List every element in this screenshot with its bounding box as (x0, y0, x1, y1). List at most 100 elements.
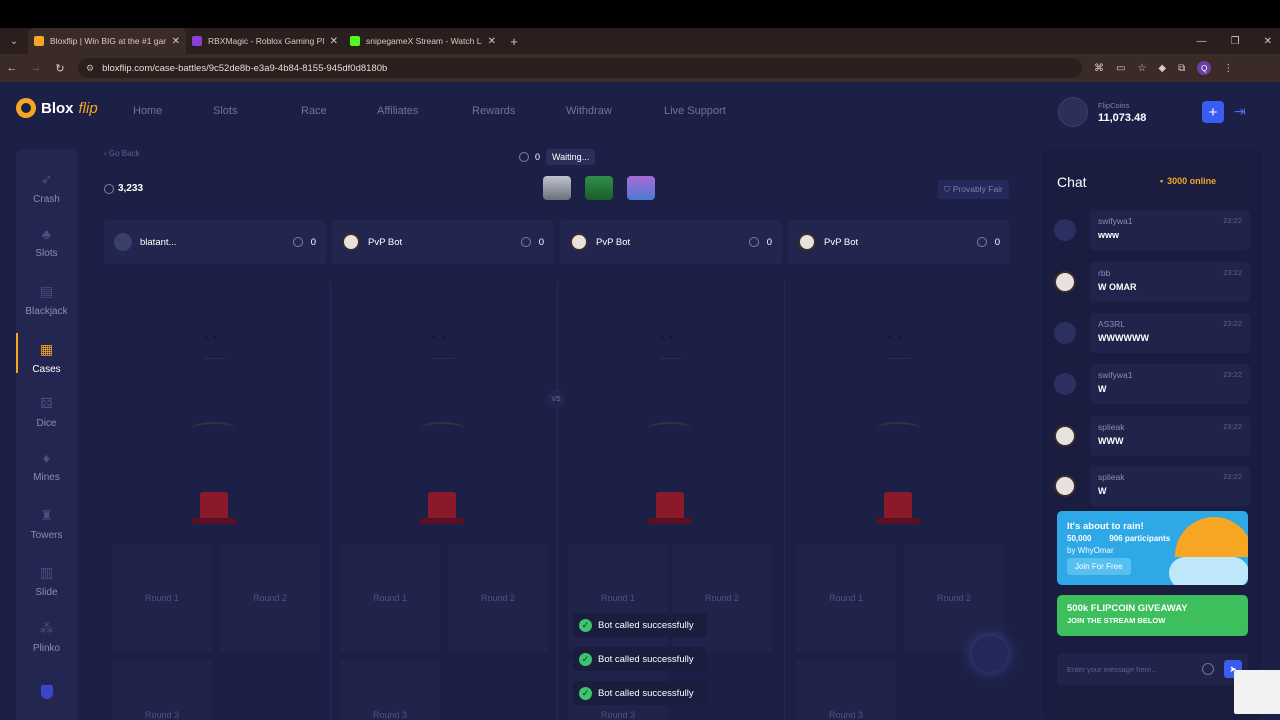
nav-affiliates[interactable]: Affiliates (377, 105, 472, 117)
sidebar-item-dice[interactable]: ⚄ Dice (16, 395, 77, 429)
chat-username[interactable]: swifywa1 (1098, 216, 1242, 226)
extension-icon[interactable]: ◆ (1158, 63, 1166, 74)
nav-home[interactable]: Home (133, 105, 213, 117)
sidebar-item-blackjack[interactable]: ▤ Blackjack (16, 283, 77, 317)
chat-username[interactable]: splieak (1098, 422, 1242, 432)
chat-text: W (1098, 486, 1107, 496)
close-tab-icon[interactable]: ✕ (172, 36, 180, 47)
top-hat-item (648, 492, 692, 524)
toast-notification[interactable]: ✓ Bot called successfully (573, 647, 707, 671)
toast-notification[interactable]: ✓ Bot called successfully (573, 681, 707, 705)
toast-text: Bot called successfully (598, 687, 694, 699)
chat-username[interactable]: rbb (1098, 268, 1242, 278)
deposit-button[interactable]: + (1202, 101, 1224, 123)
browser-tabstrip: ⌄ Bloxflip | Win BIG at the #1 gam ✕ RBX… (0, 28, 1280, 54)
cards-icon: ▤ (39, 283, 54, 299)
back-icon[interactable]: ← (0, 62, 24, 74)
nav-live-support[interactable]: Live Support (664, 105, 726, 117)
cloud-icon (1169, 557, 1248, 585)
sidebar-item-label: Towers (30, 530, 63, 541)
provably-fair-button[interactable]: ⛉ Provably Fair (938, 180, 1009, 199)
plinko-icon: ⁂ (39, 620, 54, 636)
go-back-link[interactable]: ‹ Go Back (104, 149, 140, 158)
balance-label: FlipCoins (1098, 100, 1130, 110)
giveaway-banner[interactable]: 500k FLIPCOIN GIVEAWAY JOIN THE STREAM B… (1057, 595, 1248, 636)
close-tab-icon[interactable]: ✕ (330, 36, 338, 47)
chat-message: AS3RL WWWWWW 23:22 (1054, 312, 1250, 354)
item-placeholder-line (432, 358, 454, 359)
close-window-icon[interactable]: ✕ (1264, 36, 1272, 47)
chat-username[interactable]: splieak (1098, 472, 1242, 482)
toast-text: Bot called successfully (598, 653, 694, 665)
toast-notification[interactable]: ✓ Bot called successfully (573, 613, 707, 637)
chat-input[interactable]: Enter your message here... ➤ (1057, 653, 1248, 685)
case-item[interactable] (585, 176, 613, 200)
user-avatar[interactable] (1054, 475, 1076, 497)
close-tab-icon[interactable]: ✕ (488, 36, 496, 47)
site-info-icon[interactable]: ⚙ (86, 63, 94, 74)
chat-username[interactable]: swifywa1 (1098, 370, 1242, 380)
browser-menu-icon[interactable]: ⋮ (1223, 63, 1233, 74)
sidebar-item-towers[interactable]: ♜ Towers (16, 507, 77, 541)
join-rain-button[interactable]: Join For Free (1067, 558, 1131, 575)
shield-icon[interactable] (41, 685, 53, 699)
provably-fair-label: Provably Fair (952, 184, 1003, 194)
tab-snipegamex[interactable]: snipegameX Stream - Watch Li ✕ (344, 28, 502, 54)
sidebar-item-mines[interactable]: ♦ Mines (16, 450, 77, 483)
maximize-icon[interactable]: ❐ (1231, 36, 1240, 47)
recaptcha-badge[interactable] (1234, 670, 1280, 714)
tab-rbxmagic[interactable]: RBXMagic - Roblox Gaming Pla ✕ (186, 28, 344, 54)
profile-avatar[interactable]: Q (1197, 61, 1212, 75)
tab-search-button[interactable]: ⌄ (0, 28, 28, 54)
address-bar[interactable]: ⚙ bloxflip.com/case-battles/9c52de8b-e3a… (78, 58, 1082, 78)
user-avatar[interactable] (1054, 425, 1076, 447)
nav-rewards[interactable]: Rewards (472, 105, 566, 117)
user-avatar[interactable] (1054, 271, 1076, 293)
nav-slots[interactable]: Slots (213, 105, 301, 117)
chat-message: rbb W OMAR 23:22 (1054, 261, 1250, 303)
case-item[interactable] (627, 176, 655, 200)
logout-icon[interactable]: ⇥ (1234, 103, 1246, 120)
bot-avatar (570, 233, 588, 251)
sidebar-item-cases[interactable]: ▦ Cases (16, 333, 77, 375)
site-logo[interactable]: Blox flip (16, 98, 98, 118)
user-avatar[interactable] (1054, 219, 1076, 241)
nav-withdraw[interactable]: Withdraw (566, 105, 664, 117)
user-avatar[interactable] (1054, 322, 1076, 344)
minimize-icon[interactable]: — (1197, 36, 1207, 47)
case-item[interactable] (543, 176, 571, 200)
chat-username[interactable]: AS3RL (1098, 319, 1242, 329)
user-avatar[interactable] (1058, 97, 1088, 127)
sidebar-item-label: Blackjack (25, 306, 68, 317)
round-card: Round 1 (112, 544, 212, 652)
cast-icon[interactable]: ▭ (1116, 63, 1125, 74)
translate-icon[interactable]: ⌘ (1094, 63, 1104, 74)
tab-bloxflip[interactable]: Bloxflip | Win BIG at the #1 gam ✕ (28, 28, 186, 54)
toolbar-actions: ⌘ ▭ ☆ ◆ ⧉ Q ⋮ (1094, 61, 1233, 75)
sidebar-item-crash[interactable]: ➶ Crash (16, 171, 77, 205)
forward-icon[interactable]: → (24, 62, 48, 74)
support-bubble[interactable] (972, 636, 1008, 672)
browser-toolbar: ← → ↻ ⚙ bloxflip.com/case-battles/9c52de… (0, 54, 1280, 82)
bloxflip-page: Blox flip Home Slots Race Affiliates Rewa… (0, 82, 1280, 720)
sidebar-item-slots[interactable]: ♣ Slots (16, 226, 77, 259)
user-avatar[interactable] (1054, 373, 1076, 395)
emoji-icon[interactable] (1202, 663, 1214, 675)
logo-accent-text: flip (78, 99, 98, 117)
status-text: Waiting... (546, 149, 596, 165)
rain-amount: 50,000 906 participants (1067, 534, 1170, 543)
sidebar-item-label: Crash (33, 194, 60, 205)
nav-race[interactable]: Race (301, 105, 377, 117)
balance-widget[interactable]: FlipCoins 11,073.48 (1058, 97, 1146, 127)
reload-icon[interactable]: ↻ (48, 62, 72, 75)
player-value: 0 (538, 236, 544, 248)
sidebar-item-plinko[interactable]: ⁂ Plinko (16, 620, 77, 654)
item-placeholder-line (660, 358, 682, 359)
new-tab-button[interactable]: + (502, 34, 526, 49)
coin-icon (519, 152, 529, 162)
bookmark-star-icon[interactable]: ☆ (1137, 63, 1146, 74)
toast-text: Bot called successfully (598, 619, 694, 631)
extensions-puzzle-icon[interactable]: ⧉ (1178, 63, 1185, 74)
item-placeholder: •• (888, 332, 908, 343)
sidebar-item-slide[interactable]: ▥ Slide (16, 564, 77, 598)
